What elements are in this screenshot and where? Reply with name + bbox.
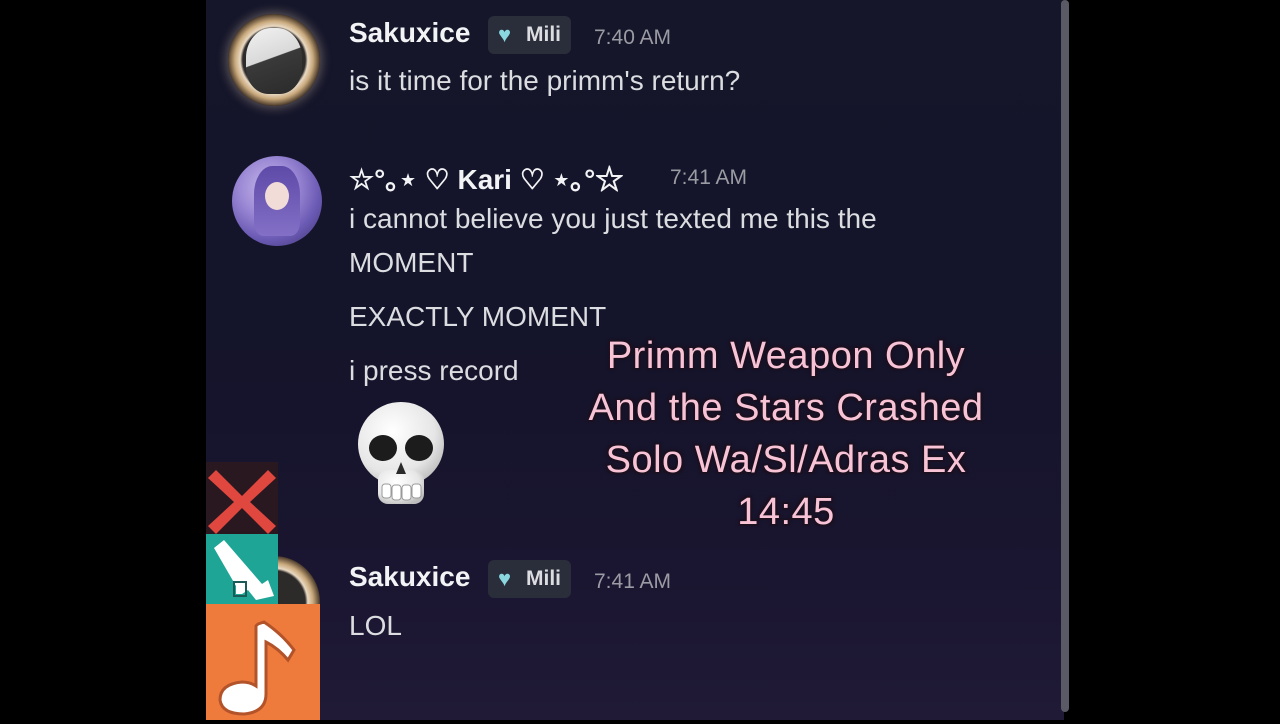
overlay-line: 14:45 (737, 491, 835, 533)
message-text: LOL (349, 610, 402, 641)
scrollbar[interactable] (1061, 0, 1069, 712)
timestamp: 7:41 AM (594, 570, 672, 593)
music-note-icon (206, 604, 320, 720)
username[interactable]: Sakuxice (349, 17, 470, 49)
message-text: i press record (349, 355, 519, 386)
role-tag-label: Mili (526, 23, 561, 46)
timestamp: 7:40 AM (594, 26, 672, 49)
role-tag[interactable]: ♥ Mili (488, 16, 571, 54)
overlay-line: And the Stars Crashed (588, 387, 984, 429)
role-tag-label: Mili (526, 567, 561, 590)
overlay-line: Primm Weapon Only (606, 335, 966, 377)
username[interactable]: ☆°｡⋆ ♡ Kari ♡ ⋆｡°☆ (349, 158, 623, 198)
heart-badge-icon: ♥ (498, 22, 512, 47)
tap-hand-icon (206, 534, 278, 604)
avatar[interactable] (232, 156, 322, 246)
overlay-line: Solo Wa/Sl/Adras Ex (605, 439, 967, 481)
username[interactable]: Sakuxice (349, 561, 470, 593)
video-title-overlay: Primm Weapon Only And the Stars Crashed … (530, 330, 1042, 538)
heart-badge-icon: ♥ (498, 566, 512, 591)
close-x-icon (206, 462, 278, 534)
role-tag[interactable]: ♥ Mili (488, 560, 571, 598)
avatar[interactable] (228, 14, 320, 106)
skull-emoji (358, 402, 444, 504)
message-text: i cannot believe you just texted me this… (349, 203, 877, 234)
message-text: MOMENT (349, 247, 474, 278)
message-text: EXACTLY MOMENT (349, 301, 607, 332)
timestamp: 7:41 AM (670, 166, 748, 189)
message-text: is it time for the primm's return? (349, 65, 741, 96)
